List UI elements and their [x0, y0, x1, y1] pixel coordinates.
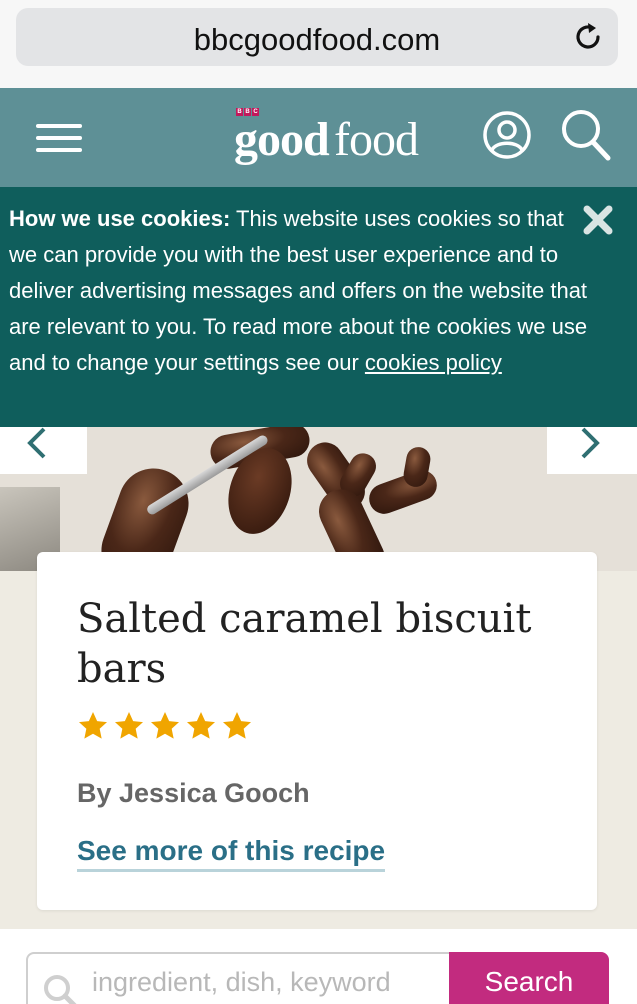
chevron-right-icon — [581, 427, 600, 459]
star-icon — [79, 712, 107, 739]
cookie-banner: How we use cookies: This website uses co… — [0, 187, 637, 427]
close-icon[interactable] — [581, 203, 615, 237]
carousel-next-button[interactable] — [547, 427, 637, 474]
star-icon — [187, 712, 215, 739]
browser-toolbar: bbcgoodfood.com — [0, 0, 637, 88]
logo-food-text: food — [334, 113, 419, 166]
search-input[interactable] — [26, 952, 452, 1004]
carousel-prev-button[interactable] — [0, 427, 87, 474]
goodfood-logo[interactable]: BBC good food — [234, 104, 434, 168]
see-more-recipe-link[interactable]: See more of this recipe — [77, 835, 386, 872]
site-header: BBC good food — [0, 88, 637, 187]
logo-good-text: good — [234, 113, 330, 166]
cookies-policy-link[interactable]: cookies policy — [365, 350, 502, 375]
search-bar: Search — [0, 929, 637, 1004]
star-icon — [115, 712, 143, 739]
recipe-title: Salted caramel biscuit bars — [77, 596, 532, 692]
hamburger-menu-icon[interactable] — [36, 120, 82, 156]
cookie-heading: How we use cookies: — [9, 206, 231, 231]
reload-icon[interactable] — [572, 21, 604, 53]
address-bar[interactable]: bbcgoodfood.com — [16, 8, 618, 66]
search-icon — [44, 975, 77, 1004]
search-icon[interactable] — [560, 108, 612, 162]
recipe-hero-image — [0, 427, 637, 571]
star-rating — [77, 710, 253, 742]
chevron-left-icon — [27, 427, 46, 459]
account-icon[interactable] — [482, 110, 532, 160]
search-button[interactable]: Search — [449, 952, 609, 1004]
star-icon — [151, 712, 179, 739]
star-icon — [223, 712, 251, 739]
url-text[interactable]: bbcgoodfood.com — [16, 22, 618, 58]
recipe-card: Salted caramel biscuit bars By Jessica G… — [37, 552, 597, 910]
recipe-author: By Jessica Gooch — [77, 778, 310, 808]
